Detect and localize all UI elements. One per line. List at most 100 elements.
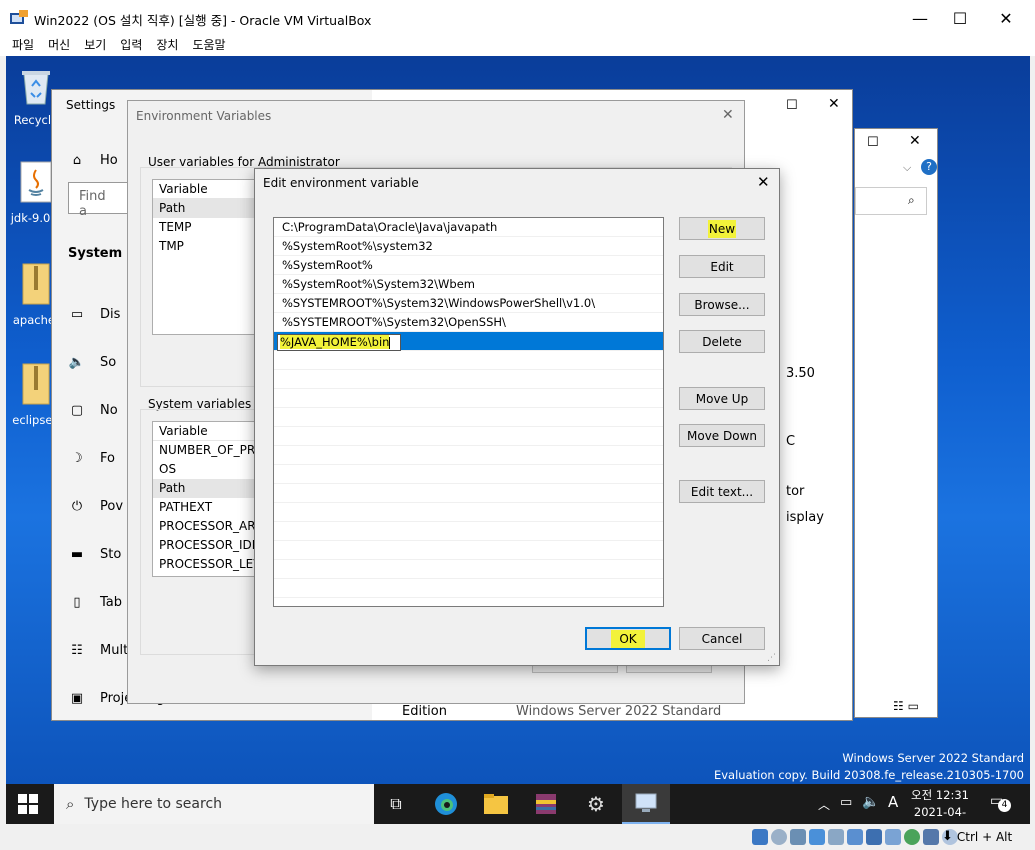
shared-folders-icon[interactable] bbox=[847, 829, 863, 845]
list-item[interactable] bbox=[274, 522, 663, 541]
list-item[interactable]: Path bbox=[153, 479, 261, 498]
host-key-indicator[interactable]: ⬇ Ctrl + Alt bbox=[942, 829, 1012, 844]
inline-edit-field[interactable]: %JAVA_HOME%\bin bbox=[277, 334, 401, 351]
nav-storage[interactable]: ▬ Sto bbox=[68, 542, 121, 566]
list-item[interactable] bbox=[274, 541, 663, 560]
network-icon[interactable]: ▭ bbox=[840, 795, 852, 810]
list-item[interactable]: OS bbox=[153, 460, 261, 479]
edge-taskbar-button[interactable] bbox=[426, 788, 466, 820]
list-item-selected[interactable]: %JAVA_HOME%\bin bbox=[274, 332, 663, 351]
winrar-taskbar-button[interactable] bbox=[526, 788, 566, 820]
list-item[interactable]: NUMBER_OF_PRO bbox=[153, 441, 261, 460]
settings-maximize-icon[interactable]: ☐ bbox=[786, 98, 798, 113]
list-item[interactable]: TMP bbox=[153, 237, 261, 256]
list-item[interactable] bbox=[274, 484, 663, 503]
column-header[interactable]: Variable bbox=[153, 422, 261, 441]
delete-button[interactable]: Delete bbox=[679, 330, 765, 353]
list-item[interactable] bbox=[274, 579, 663, 598]
about-search-input[interactable]: ⌕ bbox=[855, 187, 927, 215]
list-item[interactable] bbox=[274, 389, 663, 408]
display-icon[interactable] bbox=[866, 829, 882, 845]
network-adapter-icon[interactable] bbox=[809, 829, 825, 845]
edit-text-button[interactable]: Edit text... bbox=[679, 480, 765, 503]
help-icon[interactable]: ? bbox=[921, 159, 937, 175]
resize-grip-icon[interactable]: ⋰ bbox=[767, 653, 776, 663]
nav-focus-assist[interactable]: ☽ Fo bbox=[68, 446, 115, 470]
user-variables-list[interactable]: Variable Path TEMP TMP bbox=[152, 179, 262, 335]
view-toggle-icon[interactable]: ☷ ▭ bbox=[893, 699, 919, 713]
list-item[interactable]: %SystemRoot%\System32\Wbem bbox=[274, 275, 663, 294]
settings-close-icon[interactable]: ✕ bbox=[828, 96, 840, 112]
clock[interactable]: 오전 12:31 2021-04-26 bbox=[910, 787, 970, 824]
nav-multitasking[interactable]: ☷ Mult bbox=[68, 638, 128, 662]
column-header[interactable]: Variable bbox=[153, 180, 261, 199]
nav-sound[interactable]: 🔈 So bbox=[68, 350, 116, 374]
recording-icon[interactable] bbox=[885, 829, 901, 845]
cpu-icon[interactable] bbox=[904, 829, 920, 845]
cancel-button[interactable]: Cancel bbox=[679, 627, 765, 650]
settings-search-input[interactable]: Find a bbox=[68, 182, 128, 219]
list-item[interactable]: PATHEXT bbox=[153, 498, 261, 517]
list-item[interactable] bbox=[274, 465, 663, 484]
optical-drive-icon[interactable] bbox=[771, 829, 787, 845]
task-view-button[interactable]: ⧉ bbox=[376, 788, 416, 820]
list-item[interactable] bbox=[274, 503, 663, 522]
edit-button[interactable]: Edit bbox=[679, 255, 765, 278]
list-item[interactable] bbox=[274, 370, 663, 389]
chevron-down-icon[interactable]: ⌵ bbox=[903, 161, 911, 175]
list-item[interactable] bbox=[274, 427, 663, 446]
maximize-button[interactable]: ☐ bbox=[937, 0, 983, 36]
menu-devices[interactable]: 장치 bbox=[156, 36, 178, 56]
storage-icon: ▬ bbox=[70, 546, 84, 562]
list-item[interactable]: PROCESSOR_ARC bbox=[153, 517, 261, 536]
browse-button[interactable]: Browse... bbox=[679, 293, 765, 316]
move-up-button[interactable]: Move Up bbox=[679, 387, 765, 410]
list-item[interactable]: %SystemRoot% bbox=[274, 256, 663, 275]
list-item[interactable]: C:\ProgramData\Oracle\Java\javapath bbox=[274, 218, 663, 237]
menu-file[interactable]: 파일 bbox=[12, 36, 34, 56]
system-properties-taskbar-button[interactable] bbox=[622, 784, 670, 824]
list-item[interactable]: TEMP bbox=[153, 218, 261, 237]
list-item[interactable]: Path bbox=[153, 199, 261, 218]
about-close-icon[interactable]: ✕ bbox=[909, 133, 921, 149]
taskbar-search-box[interactable]: ⌕ Type here to search bbox=[54, 784, 374, 824]
ime-indicator[interactable]: A bbox=[888, 793, 898, 811]
ok-button[interactable]: OK bbox=[585, 627, 671, 650]
envvars-close-icon[interactable]: ✕ bbox=[722, 107, 734, 123]
list-item[interactable] bbox=[274, 351, 663, 370]
about-maximize-icon[interactable]: ☐ bbox=[867, 135, 879, 150]
menu-input[interactable]: 입력 bbox=[120, 36, 142, 56]
nav-power[interactable]: ⏻ Pov bbox=[68, 494, 123, 518]
nav-notifications[interactable]: ▢ No bbox=[68, 398, 118, 422]
settings-taskbar-button[interactable]: ⚙ bbox=[576, 788, 616, 820]
edit-dialog-close-icon[interactable]: ✕ bbox=[757, 173, 770, 191]
menu-view[interactable]: 보기 bbox=[84, 36, 106, 56]
show-hidden-icons-button[interactable]: ︿ bbox=[818, 796, 830, 813]
list-item[interactable] bbox=[274, 408, 663, 427]
new-button[interactable]: New bbox=[679, 217, 765, 240]
hard-disk-icon[interactable] bbox=[752, 829, 768, 845]
notification-center-button[interactable]: ▭ 4 bbox=[990, 793, 1011, 813]
file-explorer-taskbar-button[interactable] bbox=[476, 788, 516, 820]
path-entries-list[interactable]: C:\ProgramData\Oracle\Java\javapath %Sys… bbox=[273, 217, 664, 607]
system-variables-list[interactable]: Variable NUMBER_OF_PRO OS Path PATHEXT P… bbox=[152, 421, 262, 577]
audio-icon[interactable] bbox=[790, 829, 806, 845]
nav-tablet[interactable]: ▯ Tab bbox=[68, 590, 122, 614]
menu-help[interactable]: 도움말 bbox=[192, 36, 225, 56]
mouse-integration-icon[interactable] bbox=[923, 829, 939, 845]
settings-home[interactable]: ⌂ Ho bbox=[68, 148, 118, 172]
list-item[interactable]: %SYSTEMROOT%\System32\WindowsPowerShell\… bbox=[274, 294, 663, 313]
list-item[interactable]: PROCESSOR_LEVE bbox=[153, 555, 261, 574]
list-item[interactable] bbox=[274, 446, 663, 465]
move-down-button[interactable]: Move Down bbox=[679, 424, 765, 447]
list-item[interactable]: %SystemRoot%\system32 bbox=[274, 237, 663, 256]
usb-icon[interactable] bbox=[828, 829, 844, 845]
list-item[interactable]: PROCESSOR_IDEN bbox=[153, 536, 261, 555]
volume-muted-icon[interactable]: 🔈 bbox=[862, 794, 879, 810]
list-item[interactable]: %SYSTEMROOT%\System32\OpenSSH\ bbox=[274, 313, 663, 332]
start-button[interactable] bbox=[18, 794, 38, 814]
close-button[interactable]: ✕ bbox=[983, 0, 1029, 36]
list-item[interactable] bbox=[274, 560, 663, 579]
nav-display[interactable]: ▭ Dis bbox=[68, 302, 121, 326]
menu-machine[interactable]: 머신 bbox=[48, 36, 70, 56]
